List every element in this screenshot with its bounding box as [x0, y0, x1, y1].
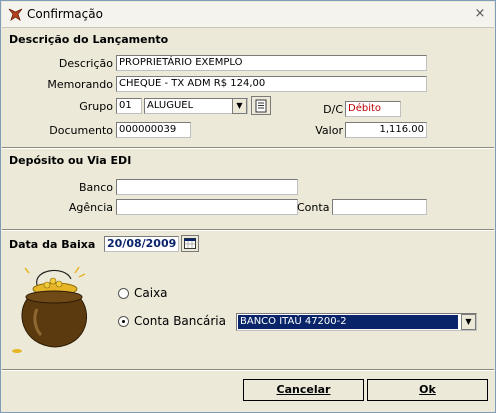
chevron-down-icon[interactable]: ▼: [232, 98, 247, 114]
conta-label: Conta: [297, 201, 330, 214]
agencia-label: Agência: [68, 201, 113, 214]
ok-button-label: Ok: [419, 383, 436, 396]
title-bar: Confirmação ×: [2, 2, 494, 28]
conta-bancaria-radio[interactable]: [118, 316, 129, 327]
conta-bancaria-label: Conta Bancária: [134, 314, 226, 328]
caixa-label: Caixa: [134, 286, 168, 300]
grupo-code-field[interactable]: 01: [116, 98, 142, 114]
descricao-label: Descrição: [58, 57, 113, 70]
dc-label: D/C: [323, 103, 343, 116]
valor-field[interactable]: 1,116.00: [345, 122, 427, 138]
close-icon[interactable]: ×: [472, 7, 488, 22]
documento-field[interactable]: 000000039: [116, 122, 191, 138]
cancel-button[interactable]: Cancelar: [243, 379, 364, 401]
section-deposito-title: Depósito ou Via EDI: [9, 154, 132, 167]
divider: [2, 229, 494, 231]
banco-field[interactable]: [116, 179, 298, 195]
cancel-button-label: Cancelar: [276, 383, 331, 396]
banco-label: Banco: [78, 181, 113, 194]
conta-field[interactable]: [332, 199, 427, 215]
conta-bancaria-select[interactable]: BANCO ITAÚ 47200-2: [236, 313, 477, 331]
conta-bancaria-selected-value: BANCO ITAÚ 47200-2: [238, 315, 458, 329]
dc-field[interactable]: Débito: [345, 101, 401, 117]
calendar-icon[interactable]: [181, 235, 199, 252]
section-baixa-title: Data da Baixa: [9, 238, 96, 251]
data-baixa-field[interactable]: 20/08/2009: [104, 236, 179, 252]
caixa-radio[interactable]: [118, 288, 129, 299]
memorando-field[interactable]: CHEQUE - TX ADM R$ 124,00: [116, 76, 427, 92]
document-icon[interactable]: [251, 96, 271, 115]
descricao-field[interactable]: PROPRIETÁRIO EXEMPLO: [116, 55, 427, 71]
section-lancamento-title: Descrição do Lançamento: [9, 33, 169, 46]
divider: [2, 369, 494, 371]
agencia-field[interactable]: [116, 199, 298, 215]
ok-button[interactable]: Ok: [367, 379, 488, 401]
divider: [2, 147, 494, 149]
window-title: Confirmação: [27, 7, 103, 21]
chevron-down-icon[interactable]: ▼: [461, 314, 476, 330]
valor-label: Valor: [315, 124, 343, 137]
gold-pot-icon: [12, 266, 87, 353]
confirm-dialog: Confirmação × Descrição do Lançamento De…: [0, 0, 496, 413]
documento-label: Documento: [49, 124, 113, 137]
memorando-label: Memorando: [47, 78, 113, 91]
app-icon: [8, 8, 23, 21]
grupo-label: Grupo: [79, 100, 113, 113]
